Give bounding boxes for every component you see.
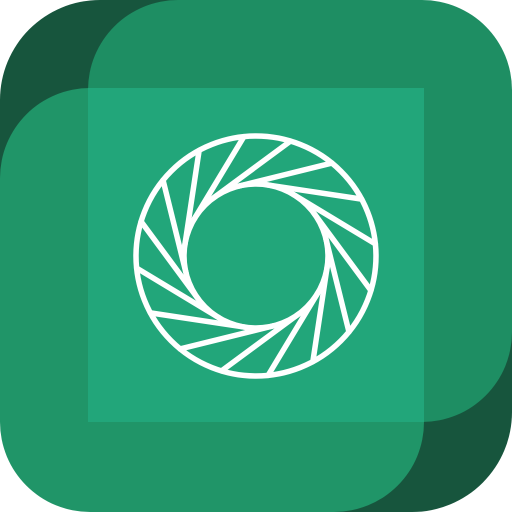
app-icon-graphic [0,0,512,512]
app-icon [0,0,512,512]
